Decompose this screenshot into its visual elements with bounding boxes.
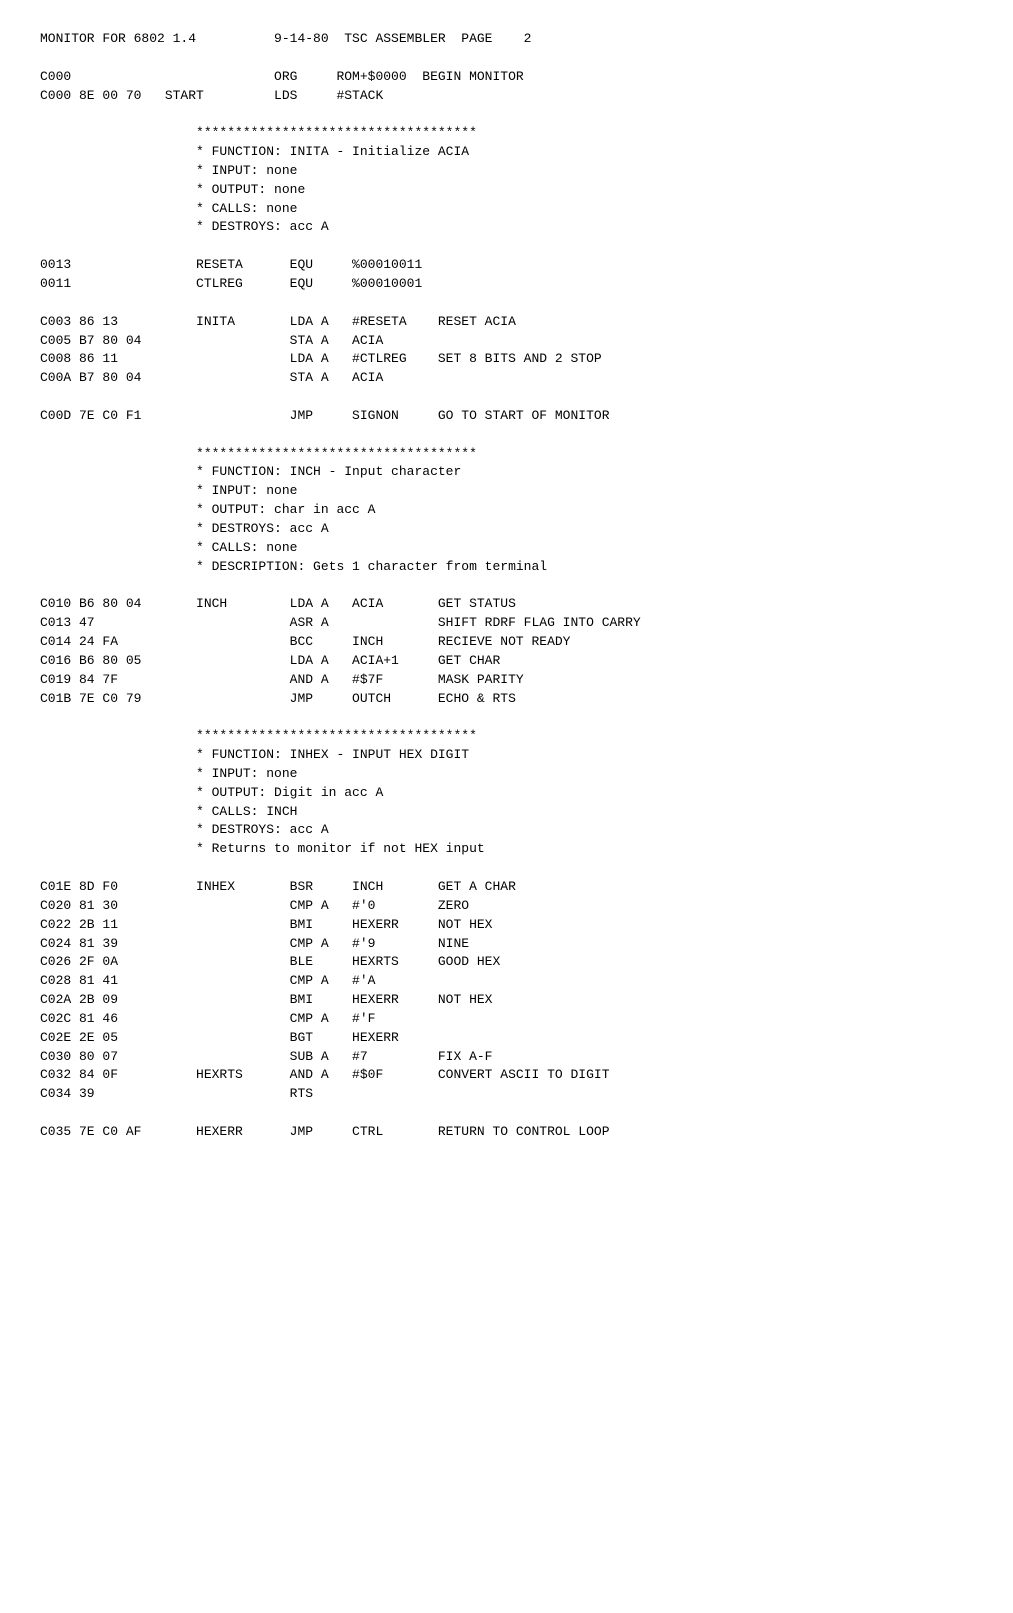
assembly-listing: MONITOR FOR 6802 1.4 9-14-80 TSC ASSEMBL… (40, 30, 973, 1142)
